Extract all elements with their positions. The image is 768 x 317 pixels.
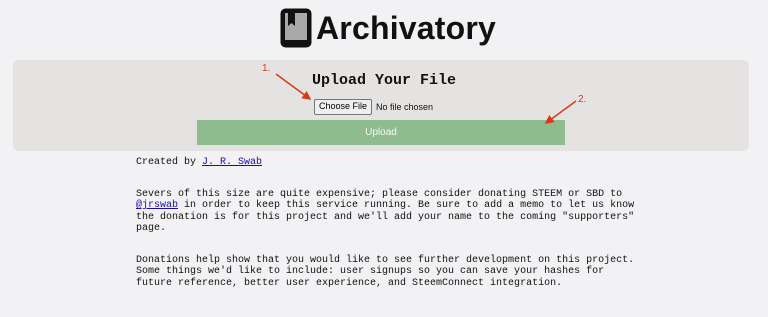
upload-button[interactable]: Upload (197, 120, 565, 145)
annotation-step-2: 2. (578, 94, 587, 105)
choose-file-button[interactable]: Choose File (314, 99, 373, 115)
file-status-text: No file chosen (376, 102, 434, 112)
brand-logo: Archivatory (279, 4, 496, 52)
bookmark-book-icon (280, 8, 312, 48)
donation-text-suffix: in order to keep this service running. B… (136, 200, 635, 234)
info-content: Created by J. R. Swab Severs of this siz… (136, 157, 636, 301)
development-paragraph: Donations help show that you would like … (136, 254, 635, 289)
donation-handle-link[interactable]: @jrswab (136, 200, 178, 211)
donation-text-prefix: Severs of this size are quite expensive;… (136, 188, 623, 200)
donation-paragraph: Severs of this size are quite expensive;… (136, 189, 636, 235)
brand-name: Archivatory (316, 9, 497, 46)
created-by-label: Created by (136, 157, 197, 168)
created-by-line: Created by J. R. Swab (136, 157, 636, 169)
annotation-step-1: 1. (262, 63, 271, 74)
author-link[interactable]: J. R. Swab (202, 157, 262, 168)
file-input[interactable]: Choose File No file chosen (314, 99, 433, 115)
upload-panel-title: Upload Your File (311, 72, 457, 89)
